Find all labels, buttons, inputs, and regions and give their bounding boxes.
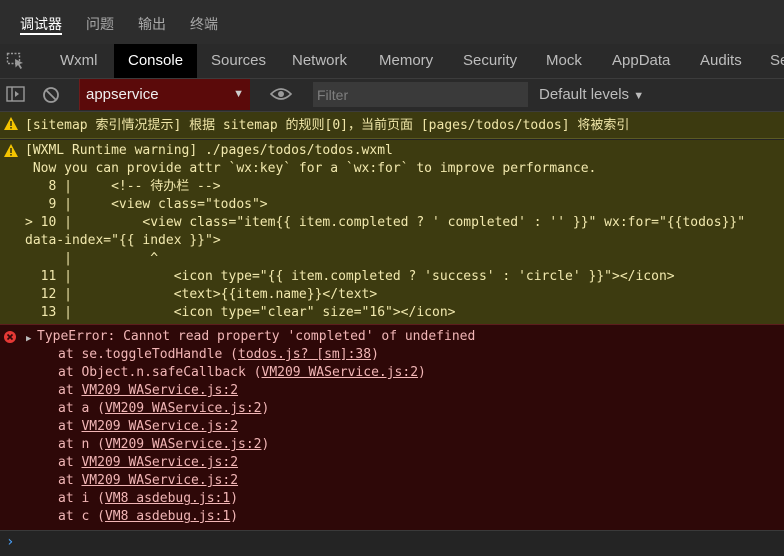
chevron-down-icon: ▼ [233, 88, 244, 100]
tab-mock[interactable]: Mock [546, 44, 582, 78]
clear-console-icon[interactable] [41, 85, 61, 110]
stack-frame-link[interactable]: VM209 WAService.js:2 [105, 401, 262, 416]
code-line: 13 | <icon type="clear" size="16"></icon… [25, 305, 456, 320]
stack-frame: at Object.n.safeCallback (VM209 WAServic… [58, 365, 426, 380]
stack-frame: at VM209 WAService.js:2 [58, 419, 239, 434]
eye-icon[interactable] [269, 86, 293, 107]
tab-debugger[interactable]: 调试器 [20, 14, 62, 34]
tab-sources[interactable]: Sources [211, 44, 266, 78]
stack-frame: at VM209 WAService.js:2 [58, 383, 239, 398]
context-select[interactable]: appservice ▼ [79, 79, 250, 110]
active-tab-underline [20, 33, 62, 35]
stack-frame-link[interactable]: VM209 WAService.js:2 [81, 455, 238, 470]
code-line: 11 | <icon type="{{ item.completed ? 'su… [25, 269, 675, 284]
stack-frame: at a (VM209 WAService.js:2) [58, 401, 270, 416]
console-error[interactable]: ▶ TypeError: Cannot read property 'compl… [0, 324, 784, 530]
stack-frame: at se.toggleTodHandle (todos.js? [sm]:38… [58, 347, 379, 362]
error-icon [4, 331, 16, 347]
tab-problems[interactable]: 问题 [86, 14, 114, 34]
stack-frame: at c (VM8 asdebug.js:1) [58, 509, 239, 524]
stack-frame: at VM209 WAService.js:2 [58, 473, 239, 488]
tab-output[interactable]: 输出 [138, 14, 166, 34]
code-line: 8 | <!-- 待办栏 --> [25, 179, 221, 194]
stack-frame-link[interactable]: VM209 WAService.js:2 [105, 437, 262, 452]
tab-memory[interactable]: Memory [379, 44, 433, 78]
devtools-tab-strip: Wxml Console Sources Network Memory Secu… [0, 44, 784, 79]
stack-frame: at n (VM209 WAService.js:2) [58, 437, 270, 452]
tab-terminal[interactable]: 终端 [190, 14, 218, 34]
tab-wxml[interactable]: Wxml [60, 44, 98, 78]
context-select-value: appservice [86, 86, 159, 103]
console-warning-sitemap[interactable]: [sitemap 索引情况提示] 根据 sitemap 的规则[0]，当前页面 … [0, 112, 784, 139]
top-tab-bar: 调试器 问题 输出 终端 [0, 0, 784, 44]
console-prompt[interactable]: › [0, 530, 784, 556]
code-caret-line: | ^ [25, 251, 159, 266]
prompt-chevron-icon: › [6, 534, 15, 550]
inspect-icon[interactable] [6, 52, 26, 75]
filter-input[interactable] [313, 82, 528, 107]
tab-more[interactable]: Se [770, 44, 784, 78]
log-levels-dropdown[interactable]: Default levels ▼ [539, 79, 644, 110]
stack-frame: at VM209 WAService.js:2 [58, 455, 239, 470]
stack-frame: at i (VM8 asdebug.js:1) [58, 491, 239, 506]
warning-line: Now you can provide attr `wx:key` for a … [25, 161, 597, 176]
sidebar-toggle-icon[interactable] [6, 85, 26, 108]
console-toolbar: appservice ▼ Default levels ▼ [0, 79, 784, 112]
stack-frame-link[interactable]: VM209 WAService.js:2 [81, 383, 238, 398]
console-warning-wxml[interactable]: [WXML Runtime warning] ./pages/todos/tod… [0, 140, 784, 324]
stack-frame-link[interactable]: VM8 asdebug.js:1 [105, 491, 230, 506]
log-levels-label: Default levels [539, 86, 630, 103]
chevron-down-icon: ▼ [633, 90, 645, 102]
code-line: data-index="{{ index }}"> [25, 233, 221, 248]
tab-appdata[interactable]: AppData [612, 44, 670, 78]
expand-triangle-icon[interactable]: ▶ [26, 330, 31, 348]
error-title: TypeError: Cannot read property 'complet… [37, 329, 476, 344]
tab-audits[interactable]: Audits [700, 44, 742, 78]
warning-icon [4, 144, 18, 161]
tab-network[interactable]: Network [292, 44, 347, 78]
stack-frame-link[interactable]: VM8 asdebug.js:1 [105, 509, 230, 524]
tab-console[interactable]: Console [114, 44, 198, 78]
tab-security[interactable]: Security [463, 44, 517, 78]
code-line: 12 | <text>{{item.name}}</text> [25, 287, 378, 302]
stack-frame-link[interactable]: VM209 WAService.js:2 [81, 473, 238, 488]
stack-frame-link[interactable]: VM209 WAService.js:2 [81, 419, 238, 434]
stack-frame-link[interactable]: VM209 WAService.js:2 [262, 365, 419, 380]
stack-frame-link[interactable]: todos.js? [sm]:38 [238, 347, 371, 362]
code-line-highlighted: > 10 | <view class="item{{ item.complete… [25, 215, 746, 230]
warning-icon [4, 117, 18, 134]
code-line: 9 | <view class="todos"> [25, 197, 268, 212]
warning-line: [WXML Runtime warning] ./pages/todos/tod… [25, 143, 393, 158]
warning-text: [sitemap 索引情况提示] 根据 sitemap 的规则[0]，当前页面 … [25, 118, 630, 133]
console-output: [sitemap 索引情况提示] 根据 sitemap 的规则[0]，当前页面 … [0, 112, 784, 530]
